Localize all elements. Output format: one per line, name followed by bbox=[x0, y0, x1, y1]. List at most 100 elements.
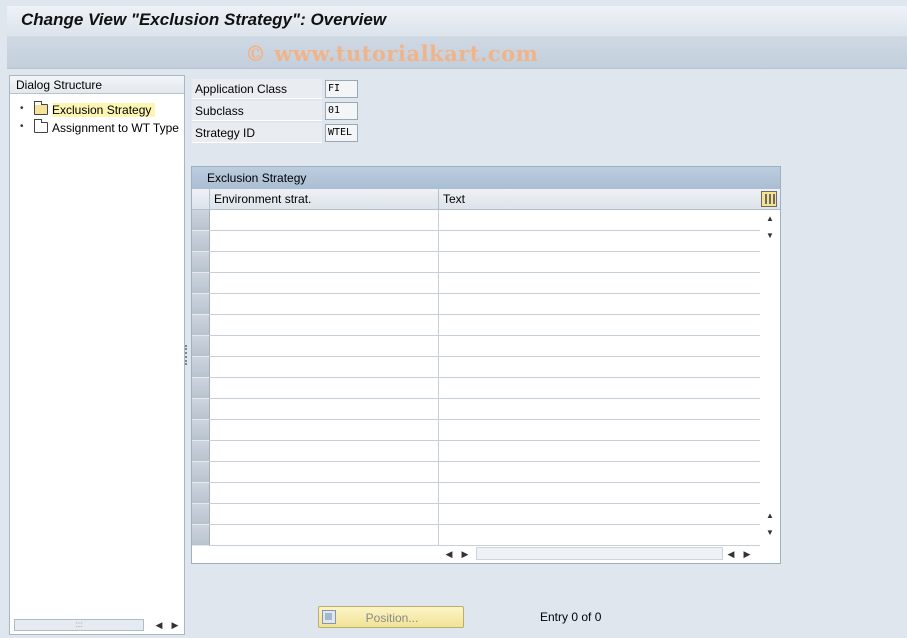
vertical-scrollbar[interactable]: ▲ ▼ ▲ ▼ bbox=[762, 210, 779, 545]
table-row bbox=[192, 504, 760, 525]
column-header-text[interactable]: Text bbox=[439, 189, 759, 210]
scroll-right-icon[interactable]: ▶ bbox=[168, 618, 182, 632]
row-selector[interactable] bbox=[192, 315, 210, 336]
scroll-thumb[interactable]: ::: bbox=[14, 619, 144, 631]
table-title: Exclusion Strategy bbox=[192, 167, 780, 189]
text-cell[interactable] bbox=[439, 504, 760, 525]
text-cell[interactable] bbox=[439, 252, 760, 273]
main-content: Dialog Structure • Exclusion Strategy • … bbox=[7, 70, 907, 638]
row-selector[interactable] bbox=[192, 504, 210, 525]
text-cell[interactable] bbox=[439, 462, 760, 483]
scroll-left-icon[interactable]: ◀ bbox=[442, 547, 456, 561]
environment-strat-cell[interactable] bbox=[210, 210, 439, 231]
environment-strat-cell[interactable] bbox=[210, 525, 439, 546]
environment-strat-cell[interactable] bbox=[210, 420, 439, 441]
table-row bbox=[192, 420, 760, 441]
text-cell[interactable] bbox=[439, 378, 760, 399]
scroll-up-icon[interactable]: ▲ bbox=[764, 213, 776, 225]
row-selector[interactable] bbox=[192, 525, 210, 546]
position-button[interactable]: Position... bbox=[318, 606, 464, 628]
page-down-icon[interactable]: ▼ bbox=[764, 527, 776, 539]
environment-strat-cell[interactable] bbox=[210, 483, 439, 504]
row-selector[interactable] bbox=[192, 273, 210, 294]
row-selector[interactable] bbox=[192, 462, 210, 483]
text-cell[interactable] bbox=[439, 210, 760, 231]
row-selector[interactable] bbox=[192, 420, 210, 441]
environment-strat-cell[interactable] bbox=[210, 294, 439, 315]
scroll-down-icon[interactable]: ▼ bbox=[764, 230, 776, 242]
field-label: Application Class bbox=[192, 79, 322, 99]
row-selector[interactable] bbox=[192, 483, 210, 504]
table-header: Environment strat. Text bbox=[192, 189, 780, 210]
title-bar: Change View "Exclusion Strategy": Overvi… bbox=[7, 6, 907, 35]
bullet-icon: • bbox=[20, 103, 24, 114]
page-up-icon[interactable]: ▲ bbox=[764, 510, 776, 522]
tree-item-exclusion-strategy[interactable]: • Exclusion Strategy bbox=[10, 101, 185, 119]
environment-strat-cell[interactable] bbox=[210, 231, 439, 252]
environment-strat-cell[interactable] bbox=[210, 378, 439, 399]
row-selector[interactable] bbox=[192, 357, 210, 378]
application-toolbar: © www.tutorialkart.com bbox=[7, 36, 907, 69]
scroll-left-icon[interactable]: ◀ bbox=[724, 547, 738, 561]
table-rows bbox=[192, 210, 760, 546]
table-row bbox=[192, 483, 760, 504]
row-selector[interactable] bbox=[192, 336, 210, 357]
tree-item-assignment-wt-type[interactable]: • Assignment to WT Type bbox=[10, 119, 185, 137]
text-cell[interactable] bbox=[439, 525, 760, 546]
text-cell[interactable] bbox=[439, 315, 760, 336]
position-button-label: Position... bbox=[365, 611, 419, 625]
row-selector[interactable] bbox=[192, 252, 210, 273]
table-row bbox=[192, 399, 760, 420]
table-settings-icon[interactable] bbox=[761, 191, 777, 207]
text-cell[interactable] bbox=[439, 231, 760, 252]
page-title: Change View "Exclusion Strategy": Overvi… bbox=[21, 10, 387, 29]
environment-strat-cell[interactable] bbox=[210, 441, 439, 462]
horizontal-scroll-track[interactable] bbox=[476, 547, 723, 560]
strategy-id-value: WTEL bbox=[325, 124, 358, 142]
tree-item-label: Exclusion Strategy bbox=[52, 103, 156, 117]
environment-strat-cell[interactable] bbox=[210, 252, 439, 273]
environment-strat-cell[interactable] bbox=[210, 357, 439, 378]
text-cell[interactable] bbox=[439, 294, 760, 315]
environment-strat-cell[interactable] bbox=[210, 336, 439, 357]
table-row bbox=[192, 210, 760, 231]
text-cell[interactable] bbox=[439, 441, 760, 462]
field-subclass: Subclass 01 bbox=[192, 101, 358, 121]
table-row bbox=[192, 441, 760, 462]
text-cell[interactable] bbox=[439, 420, 760, 441]
scroll-right-icon[interactable]: ▶ bbox=[740, 547, 754, 561]
panel-splitter[interactable] bbox=[185, 75, 189, 635]
select-all-header[interactable] bbox=[192, 189, 210, 210]
folder-open-icon bbox=[34, 101, 48, 115]
dialog-structure-header: Dialog Structure bbox=[10, 76, 184, 94]
text-cell[interactable] bbox=[439, 336, 760, 357]
text-cell[interactable] bbox=[439, 483, 760, 504]
environment-strat-cell[interactable] bbox=[210, 399, 439, 420]
table-row bbox=[192, 231, 760, 252]
scroll-right-icon[interactable]: ▶ bbox=[458, 547, 472, 561]
environment-strat-cell[interactable] bbox=[210, 273, 439, 294]
table-row bbox=[192, 462, 760, 483]
entry-counter: Entry 0 of 0 bbox=[540, 610, 602, 624]
field-application-class: Application Class FI bbox=[192, 79, 358, 99]
scroll-left-icon[interactable]: ◀ bbox=[152, 618, 166, 632]
row-selector[interactable] bbox=[192, 441, 210, 462]
row-selector[interactable] bbox=[192, 378, 210, 399]
column-header-environment-strat[interactable]: Environment strat. bbox=[210, 189, 439, 210]
environment-strat-cell[interactable] bbox=[210, 504, 439, 525]
environment-strat-cell[interactable] bbox=[210, 462, 439, 483]
text-cell[interactable] bbox=[439, 399, 760, 420]
row-selector[interactable] bbox=[192, 231, 210, 252]
row-selector[interactable] bbox=[192, 210, 210, 231]
row-selector[interactable] bbox=[192, 399, 210, 420]
field-label: Subclass bbox=[192, 101, 322, 121]
left-panel-scrollbar[interactable]: ::: ◀ ▶ bbox=[12, 618, 182, 632]
horizontal-scrollbar[interactable]: ◀ ▶ ◀ ▶ bbox=[440, 545, 780, 563]
row-selector[interactable] bbox=[192, 294, 210, 315]
folder-icon bbox=[34, 119, 48, 133]
environment-strat-cell[interactable] bbox=[210, 315, 439, 336]
text-cell[interactable] bbox=[439, 273, 760, 294]
tree-item-label: Assignment to WT Type bbox=[52, 121, 179, 135]
watermark: © www.tutorialkart.com bbox=[245, 41, 539, 66]
text-cell[interactable] bbox=[439, 357, 760, 378]
